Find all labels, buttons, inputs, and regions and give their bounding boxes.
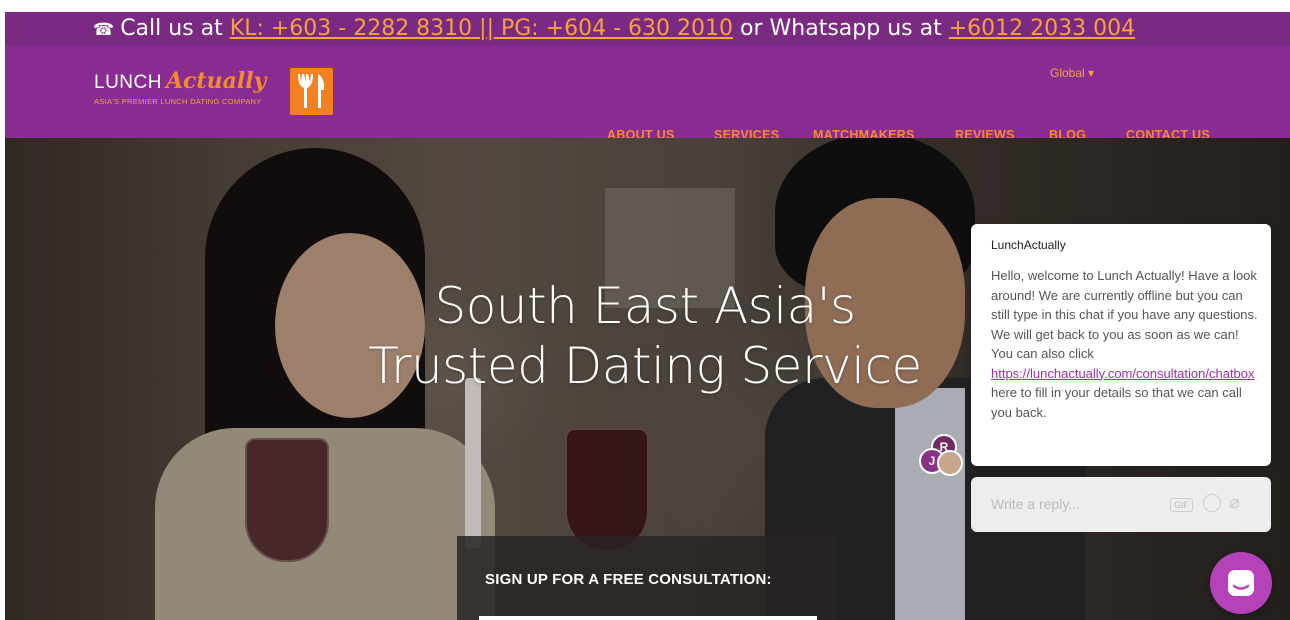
avatar-photo xyxy=(937,450,963,476)
gif-icon[interactable]: GIF xyxy=(1170,498,1193,512)
signup-input[interactable] xyxy=(479,616,817,620)
hero-title-line2: Trusted Dating Service xyxy=(368,337,922,395)
chat-message-text: Hello, welcome to Lunch Actually! Have a… xyxy=(991,268,1258,361)
fork-knife-icon[interactable] xyxy=(290,68,333,115)
chat-message-text-end: here to fill in your details so that we … xyxy=(991,385,1242,420)
region-dropdown[interactable]: Global ▾ xyxy=(1050,66,1094,80)
chat-reply-box: GIF ⌀ xyxy=(971,477,1271,532)
logo[interactable]: LUNCH Actually ASIA'S PREMIER LUNCH DATIN… xyxy=(94,68,266,106)
chat-message-card: LunchActually Hello, welcome to Lunch Ac… xyxy=(971,224,1271,466)
logo-tagline: ASIA'S PREMIER LUNCH DATING COMPANY xyxy=(94,97,262,106)
chat-reply-input[interactable] xyxy=(989,495,1153,513)
chat-launcher-button[interactable] xyxy=(1210,552,1272,614)
hero-title-line1: South East Asia's xyxy=(434,277,856,335)
logo-actually: Actually xyxy=(165,68,267,94)
region-label: Global xyxy=(1050,66,1085,80)
whatsapp-prefix: or Whatsapp us at xyxy=(740,16,942,41)
whatsapp-number-link[interactable]: +6012 2033 004 xyxy=(949,16,1135,41)
call-bar: ☎ Call us at KL: +603 - 2282 8310 || PG: … xyxy=(5,12,1290,46)
logo-lunch: LUNCH xyxy=(94,72,162,93)
signup-label: SIGN UP FOR A FREE CONSULTATION: xyxy=(485,571,772,588)
chat-consultation-link[interactable]: https://lunchactually.com/consultation/c… xyxy=(991,366,1255,381)
page: ☎ Call us at KL: +603 - 2282 8310 || PG: … xyxy=(5,12,1290,620)
chat-bubble-icon xyxy=(1228,570,1254,596)
phone-numbers-link[interactable]: KL: +603 - 2282 8310 || PG: +604 - 630 2… xyxy=(230,16,733,41)
telephone-icon: ☎ xyxy=(93,20,115,40)
signup-panel: SIGN UP FOR A FREE CONSULTATION: xyxy=(457,536,837,620)
attachment-icon[interactable]: ⌀ xyxy=(1229,492,1240,513)
chat-sender-name: LunchActually xyxy=(991,238,1066,252)
call-prefix: Call us at xyxy=(120,16,223,41)
emoji-icon[interactable] xyxy=(1203,494,1221,512)
chat-avatars: R J xyxy=(917,432,963,478)
site-header: LUNCH Actually ASIA'S PREMIER LUNCH DATIN… xyxy=(5,46,1290,142)
chat-message: Hello, welcome to Lunch Actually! Have a… xyxy=(991,266,1263,422)
hero-title: South East Asia's Trusted Dating Service xyxy=(305,276,985,396)
